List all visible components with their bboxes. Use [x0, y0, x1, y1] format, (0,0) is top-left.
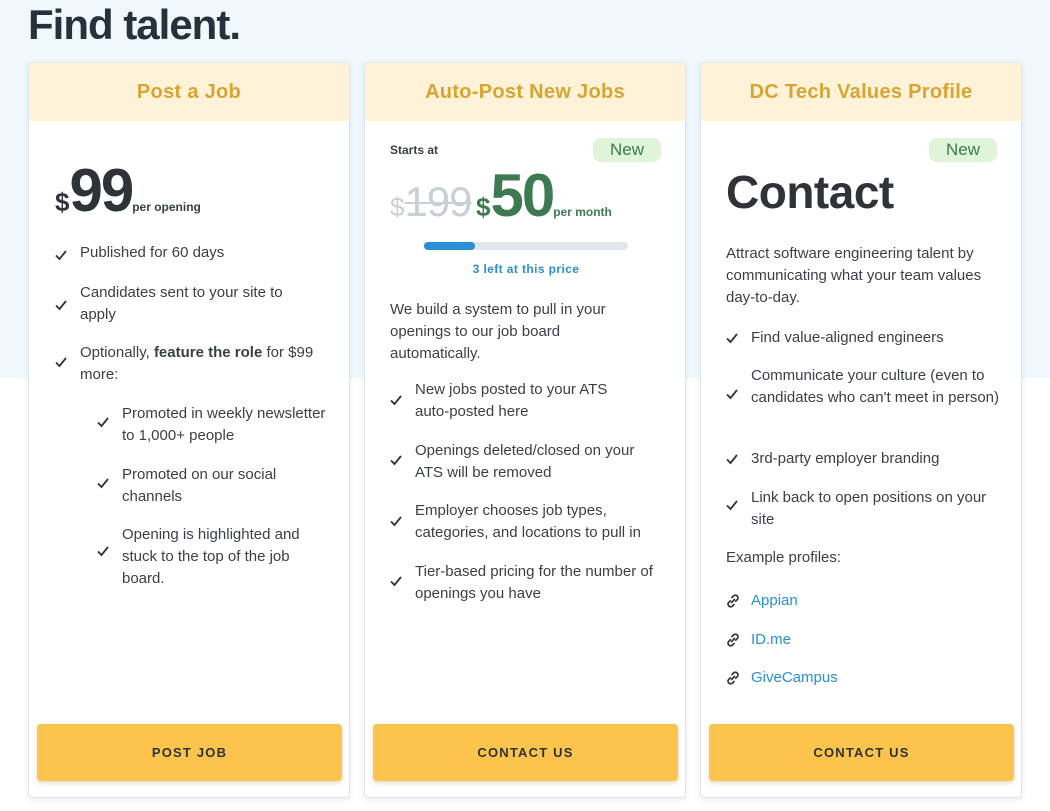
example-link-givecampus[interactable]: GiveCampus — [751, 667, 838, 689]
contact-us-button[interactable]: CONTACT US — [373, 724, 678, 781]
link-icon — [725, 593, 741, 609]
title-suffix: . — [229, 1, 241, 48]
feature-item: Link back to open positions on your site — [751, 489, 987, 528]
check-icon — [390, 515, 402, 527]
link-icon — [725, 632, 741, 648]
feature-item: New jobs posted to your ATS auto-posted … — [415, 381, 608, 420]
check-icon — [390, 394, 402, 406]
availability-progress-bar — [424, 242, 628, 250]
feature-item: Candidates sent to your site to apply — [80, 284, 283, 323]
feature-item: Communicate your culture (even to candid… — [751, 367, 1000, 406]
example-link-appian[interactable]: Appian — [751, 590, 798, 612]
check-icon — [726, 332, 738, 344]
check-icon — [390, 575, 402, 587]
new-price-amount: 50 — [490, 162, 555, 229]
check-icon — [55, 356, 67, 368]
price-unit: per opening — [132, 200, 201, 214]
feature-item: Employer chooses job types, categories, … — [415, 502, 641, 541]
title-highlight: talent — [123, 0, 230, 50]
contact-us-button[interactable]: CONTACT US — [709, 724, 1014, 781]
remaining-count-text: 3 left at this price — [472, 262, 580, 276]
feature-item: Find value-aligned engineers — [751, 329, 944, 346]
old-price-amount: 199 — [404, 178, 472, 225]
page-title: Find talent. — [28, 0, 241, 50]
check-icon — [390, 454, 402, 466]
card-header: Post a Job — [29, 63, 349, 121]
feature-item-optional: Optionally, feature the role for $99 mor… — [80, 342, 316, 386]
card-description: We build a system to pull in your openin… — [390, 301, 606, 362]
title-prefix: Find — [28, 1, 124, 48]
new-price-currency: $ — [476, 192, 491, 222]
sub-feature-item: Promoted on our social channels — [122, 466, 277, 505]
optional-bold: feature the role — [153, 344, 263, 361]
price-currency: $ — [55, 187, 70, 217]
feature-item: 3rd-party employer branding — [751, 450, 940, 467]
starts-at-label: Starts at — [390, 143, 439, 157]
post-job-button[interactable]: POST JOB — [37, 724, 342, 781]
pricing-card-post-job: Post a Job $99per opening Published for … — [28, 62, 350, 798]
check-icon — [55, 249, 67, 261]
progress-fill — [424, 242, 475, 250]
pricing-card-auto-post: Auto-Post New Jobs Starts at New $199 $5… — [364, 62, 686, 798]
examples-label: Example profiles: — [726, 549, 842, 566]
old-price-currency: $ — [390, 192, 405, 222]
new-badge: New — [593, 138, 661, 162]
link-icon — [725, 670, 741, 686]
check-icon — [97, 545, 109, 557]
sub-feature-item: Promoted in weekly newsletter to 1,000+ … — [122, 405, 326, 444]
price-unit: per month — [553, 205, 612, 219]
check-icon — [726, 453, 738, 465]
check-icon — [726, 388, 738, 400]
check-icon — [97, 477, 109, 489]
pricing-card-values-profile: DC Tech Values Profile New Contact Attra… — [700, 62, 1022, 798]
price-block: $99per opening — [55, 161, 201, 221]
price-amount: 99 — [69, 157, 134, 224]
check-icon — [97, 416, 109, 428]
feature-item: Tier-based pricing for the number of ope… — [415, 563, 653, 602]
card-header: DC Tech Values Profile — [701, 63, 1021, 121]
new-badge: New — [929, 138, 997, 162]
card-header: Auto-Post New Jobs — [365, 63, 685, 121]
card-description: Attract software engineering talent by c… — [726, 245, 982, 306]
feature-item: Openings deleted/closed on your ATS will… — [415, 442, 635, 481]
check-icon — [726, 499, 738, 511]
check-icon — [55, 299, 67, 311]
optional-prefix: Optionally, — [80, 344, 154, 361]
example-link-idme[interactable]: ID.me — [751, 629, 791, 651]
title-highlight-text: talent — [123, 1, 230, 48]
feature-item: Published for 60 days — [80, 244, 225, 261]
price-block: $199 $50per month — [390, 166, 612, 226]
sub-feature-item: Opening is highlighted and stuck to the … — [122, 526, 300, 587]
price-contact-label: Contact — [726, 166, 894, 218]
